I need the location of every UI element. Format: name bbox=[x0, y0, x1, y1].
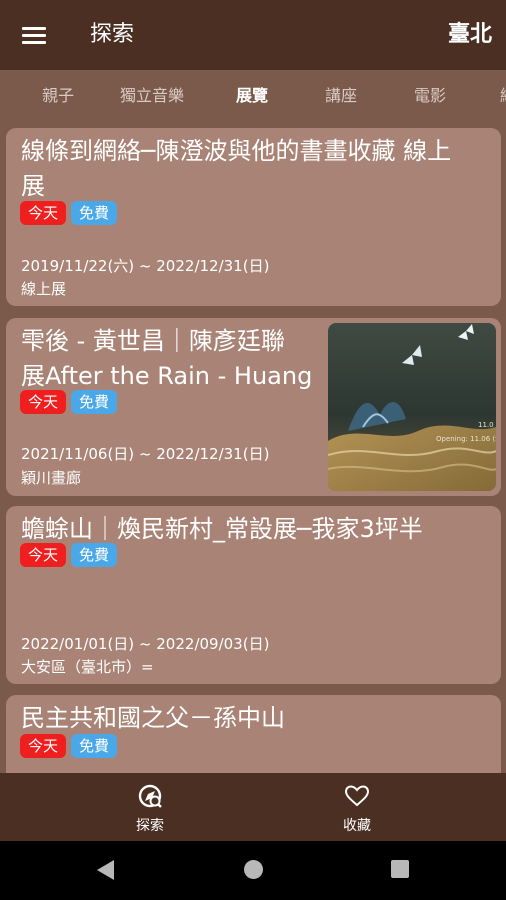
app-bar: 探索 臺北 bbox=[0, 0, 506, 70]
event-date: 2021/11/06(日) ~ 2022/12/31(日) bbox=[21, 445, 270, 463]
event-card[interactable]: 線條到網絡─陳澄波與他的書畫收藏 線上 展 今天 免費 2019/11/22(六… bbox=[6, 128, 501, 306]
system-navigation-bar bbox=[0, 841, 506, 900]
event-title-line: 展After the Rain - Huang bbox=[21, 362, 313, 390]
event-title: 蟾蜍山｜煥民新村_常設展─我家3坪半 bbox=[21, 512, 423, 547]
free-badge: 免費 bbox=[71, 734, 118, 758]
today-badge: 今天 bbox=[20, 390, 67, 414]
badge-group: 今天 免費 bbox=[20, 734, 118, 758]
event-venue: 大安區（臺北市）= bbox=[21, 658, 154, 676]
thumbnail-text: Opening: 11.06 (Sa bbox=[436, 435, 496, 443]
heart-icon bbox=[344, 785, 370, 807]
city-selector[interactable]: 臺北 bbox=[448, 20, 492, 50]
event-title: 民主共和國之父－孫中山 bbox=[21, 701, 285, 736]
nav-explore-label: 探索 bbox=[136, 818, 164, 834]
free-badge: 免費 bbox=[71, 390, 118, 414]
page-title: 探索 bbox=[90, 22, 135, 47]
event-date: 2022/01/01(日) ~ 2022/09/03(日) bbox=[21, 635, 270, 653]
event-card[interactable]: 蟾蜍山｜煥民新村_常設展─我家3坪半 今天 免費 2022/01/01(日) ~… bbox=[6, 506, 501, 684]
event-venue: 穎川畫廊 bbox=[21, 469, 82, 487]
thumbnail-text: 11.0 bbox=[478, 421, 494, 429]
today-badge: 今天 bbox=[20, 201, 67, 225]
tab-movie[interactable]: 電影 bbox=[414, 86, 446, 106]
event-venue: 線上展 bbox=[21, 280, 67, 298]
free-badge: 免費 bbox=[71, 543, 118, 567]
free-badge: 免費 bbox=[71, 201, 118, 225]
back-icon[interactable] bbox=[97, 860, 114, 880]
event-title-line: 民主共和國之父－孫中山 bbox=[21, 704, 285, 732]
event-title-line: 雫後 - 黃世昌｜陳彥廷聯 bbox=[21, 327, 285, 355]
event-thumbnail: 11.0 Opening: 11.06 (Sa bbox=[328, 323, 496, 491]
category-tabs: 親子 獨立音樂 展覽 講座 電影 綜 bbox=[0, 70, 506, 122]
tab-lecture[interactable]: 講座 bbox=[325, 86, 357, 106]
event-title: 雫後 - 黃世昌｜陳彥廷聯 展After the Rain - Huang bbox=[21, 324, 312, 394]
home-icon[interactable] bbox=[244, 860, 263, 879]
event-title: 線條到網絡─陳澄波與他的書畫收藏 線上 展 bbox=[21, 134, 451, 204]
badge-group: 今天 免費 bbox=[20, 201, 118, 225]
nav-favorites[interactable]: 收藏 bbox=[317, 783, 397, 835]
explore-icon bbox=[138, 784, 162, 808]
tab-exhibition[interactable]: 展覽 bbox=[236, 86, 268, 106]
bottom-navigation: 探索 收藏 bbox=[0, 773, 506, 841]
event-title-line: 線條到網絡─陳澄波與他的書畫收藏 線上 bbox=[21, 137, 452, 165]
today-badge: 今天 bbox=[20, 734, 67, 758]
recent-apps-icon[interactable] bbox=[391, 860, 409, 878]
badge-group: 今天 免費 bbox=[20, 543, 118, 567]
menu-icon[interactable] bbox=[22, 25, 48, 45]
event-card[interactable]: 雫後 - 黃世昌｜陳彥廷聯 展After the Rain - Huang 今天… bbox=[6, 318, 501, 496]
nav-explore[interactable]: 探索 bbox=[110, 783, 190, 835]
tab-indie-music[interactable]: 獨立音樂 bbox=[120, 86, 184, 106]
today-badge: 今天 bbox=[20, 543, 67, 567]
event-date: 2019/11/22(六) ~ 2022/12/31(日) bbox=[21, 257, 270, 275]
badge-group: 今天 免費 bbox=[20, 390, 118, 414]
nav-favorites-label: 收藏 bbox=[343, 818, 371, 834]
event-title-line: 蟾蜍山｜煥民新村_常設展─我家3坪半 bbox=[21, 515, 423, 543]
tab-parent-child[interactable]: 親子 bbox=[42, 86, 74, 106]
event-title-line: 展 bbox=[21, 172, 45, 200]
artwork-image: 11.0 Opening: 11.06 (Sa bbox=[328, 323, 496, 491]
tab-more[interactable]: 綜 bbox=[500, 86, 506, 106]
